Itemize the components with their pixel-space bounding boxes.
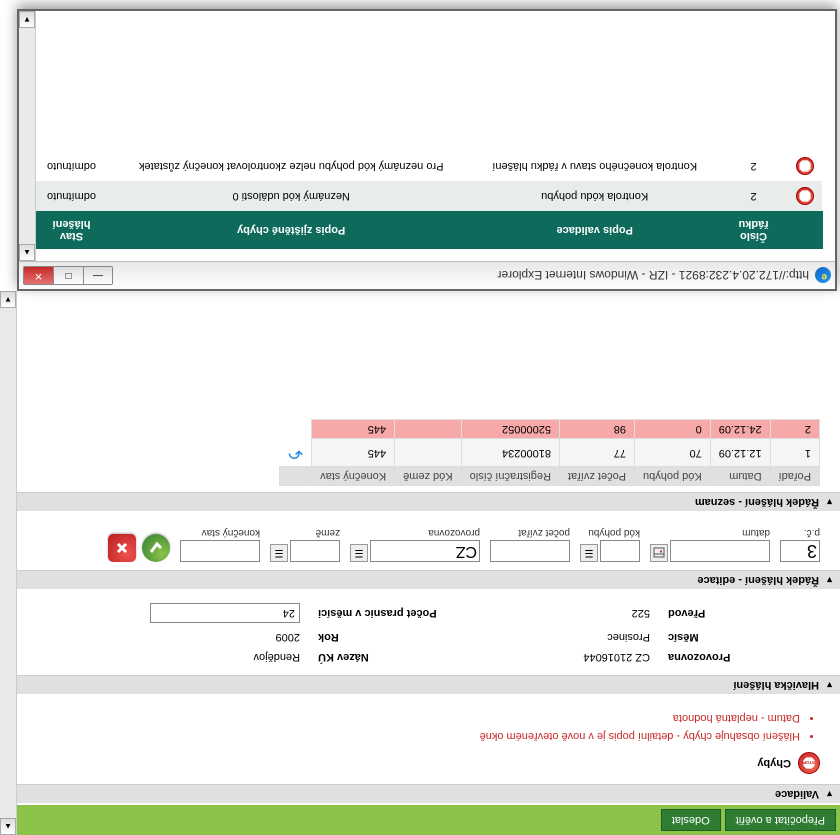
- validation-popup: http://172.20.4.232:8921 - IZR - Windows…: [17, 9, 837, 291]
- zeme-label: země: [270, 527, 340, 538]
- scroll-down-icon[interactable]: ▼: [0, 291, 16, 308]
- minimize-button[interactable]: —: [83, 266, 113, 285]
- datum-input[interactable]: [670, 540, 770, 562]
- popup-body: Číslo řádku Popis validace Popis zjištěn…: [19, 11, 835, 261]
- lookup-icon[interactable]: ☰: [580, 544, 598, 562]
- pc-input[interactable]: [780, 540, 820, 562]
- col-zeme: Kód země: [395, 467, 462, 486]
- col-konecny: Konečný stav: [312, 467, 395, 486]
- col-reg: Registrační číslo: [461, 467, 559, 486]
- col-kod: Kód pohybu: [635, 467, 711, 486]
- kod-input[interactable]: [600, 540, 640, 562]
- mesic-value: Prosinec: [470, 631, 650, 643]
- send-button[interactable]: Odeslat: [661, 809, 721, 831]
- validation-table: Číslo řádku Popis validace Popis zjištěn…: [31, 151, 823, 249]
- lookup-icon[interactable]: ☰: [350, 544, 368, 562]
- prasnic-input[interactable]: [150, 603, 300, 623]
- stop-icon: [797, 187, 815, 205]
- section-validace[interactable]: ▼ Validace: [0, 784, 840, 803]
- rok-value: 2009: [100, 631, 300, 643]
- cancel-button[interactable]: [108, 534, 136, 562]
- col-popis-validace: Popis validace: [471, 212, 719, 249]
- scroll-track[interactable]: [19, 28, 35, 244]
- prevod-label: Převod: [660, 607, 810, 619]
- provozovna-value: CZ 21016044: [470, 651, 650, 663]
- stop-icon: [797, 157, 815, 175]
- stop-icon: STOP: [798, 752, 820, 774]
- header-panel: Provozovna CZ 21016044 Název KÚ Rendějov…: [0, 591, 840, 675]
- popup-titlebar[interactable]: http://172.20.4.232:8921 - IZR - Windows…: [19, 261, 835, 289]
- section-hlavicka-label: Hlavička hlášení: [733, 679, 819, 691]
- popup-scrollbar[interactable]: ▲ ▼: [19, 11, 36, 261]
- kod-label: kód pohybu: [580, 527, 640, 538]
- section-editace-label: Řádek hlášení - editace: [697, 574, 819, 586]
- scroll-up-icon[interactable]: ▲: [19, 244, 35, 261]
- error-item: Hlášení obsahuje chyby - detailní popis …: [20, 730, 800, 742]
- table-header-row: Pořadí Datum Kód pohybu Počet zvířat Reg…: [280, 467, 820, 486]
- col-popis-chyby: Popis zjištěné chyby: [112, 212, 471, 249]
- provoz-label: provozovna: [350, 527, 480, 538]
- scroll-up-icon[interactable]: ▲: [0, 818, 16, 835]
- rok-label: Rok: [310, 631, 460, 643]
- col-cislo: Číslo řádku: [719, 212, 789, 249]
- recalculate-button[interactable]: Přepočítat a ověřit: [725, 809, 836, 831]
- svg-text:STOP: STOP: [803, 760, 815, 765]
- pocet-label: počet zvířat: [490, 527, 570, 538]
- chevron-down-icon: ▼: [825, 680, 834, 690]
- table-header-row: Číslo řádku Popis validace Popis zjištěn…: [32, 212, 823, 249]
- scrollbar-vertical[interactable]: ▲ ▼: [0, 291, 17, 835]
- popup-title: http://172.20.4.232:8921 - IZR - Windows…: [119, 269, 809, 283]
- table-row: 2 Kontrola konečného stavu v řádku hláše…: [32, 151, 823, 181]
- prasnic-label: Počet prasnic v měsíci: [310, 607, 460, 619]
- scroll-track[interactable]: [0, 308, 16, 818]
- error-list: Hlášení obsahuje chyby - detailní popis …: [20, 712, 800, 742]
- section-seznam[interactable]: ▼ Řádek hlášení - seznam: [0, 492, 840, 511]
- konecny-label: konečný stav: [180, 527, 260, 538]
- table-row[interactable]: 2 24.12.09 0 98 52000052 445: [280, 420, 820, 439]
- konecny-input[interactable]: [180, 540, 260, 562]
- section-hlavicka[interactable]: ▼ Hlavička hlášení: [0, 675, 840, 694]
- provozovna-label: Provozovna: [660, 651, 810, 663]
- col-datum: Datum: [710, 467, 770, 486]
- section-validace-label: Validace: [775, 788, 819, 800]
- col-pocet: Počet zvířat: [559, 467, 634, 486]
- pc-label: p.č.: [780, 527, 820, 538]
- prevod-value: 522: [470, 607, 650, 619]
- action-toolbar: Přepočítat a ověřit Odeslat: [0, 805, 840, 835]
- chevron-down-icon: ▼: [825, 789, 834, 799]
- errors-panel: STOP Chyby Hlášení obsahuje chyby - deta…: [0, 696, 840, 784]
- lookup-icon[interactable]: ☰: [270, 544, 288, 562]
- zeme-input[interactable]: [290, 540, 340, 562]
- pocet-input[interactable]: [490, 540, 570, 562]
- nazev-label: Název KÚ: [310, 651, 460, 663]
- mesic-label: Měsíc: [660, 631, 810, 643]
- confirm-button[interactable]: [142, 534, 170, 562]
- section-editace[interactable]: ▼ Řádek hlášení - editace: [0, 570, 840, 589]
- edit-row: p.č. datum ☰ kód pohybu počet zvířat: [0, 513, 840, 570]
- chevron-down-icon: ▼: [825, 497, 834, 507]
- section-seznam-label: Řádek hlášení - seznam: [695, 496, 819, 508]
- maximize-button[interactable]: □: [53, 266, 83, 285]
- nazev-value: Rendějov: [100, 651, 300, 663]
- scroll-down-icon[interactable]: ▼: [19, 11, 35, 28]
- ie-favicon-icon: [815, 268, 831, 284]
- table-row: 2 Kontrola kódu pohybu Neznámý kód událo…: [32, 181, 823, 212]
- col-stav: Stav hlášení: [32, 212, 112, 249]
- datum-label: datum: [650, 527, 770, 538]
- col-action: [280, 467, 312, 486]
- calendar-icon[interactable]: [650, 544, 668, 562]
- chevron-down-icon: ▼: [825, 575, 834, 585]
- provoz-input[interactable]: [370, 540, 480, 562]
- close-button[interactable]: ✕: [23, 266, 53, 285]
- list-table: Pořadí Datum Kód pohybu Počet zvířat Reg…: [279, 420, 820, 487]
- table-row[interactable]: 1 12.12.09 70 77 81000234 445 ↶: [280, 439, 820, 467]
- col-poradi: Pořadí: [770, 467, 819, 486]
- errors-title: Chyby: [757, 757, 791, 769]
- undo-icon[interactable]: ↶: [288, 442, 303, 463]
- error-item: Datum - neplatná hodnota: [20, 712, 800, 724]
